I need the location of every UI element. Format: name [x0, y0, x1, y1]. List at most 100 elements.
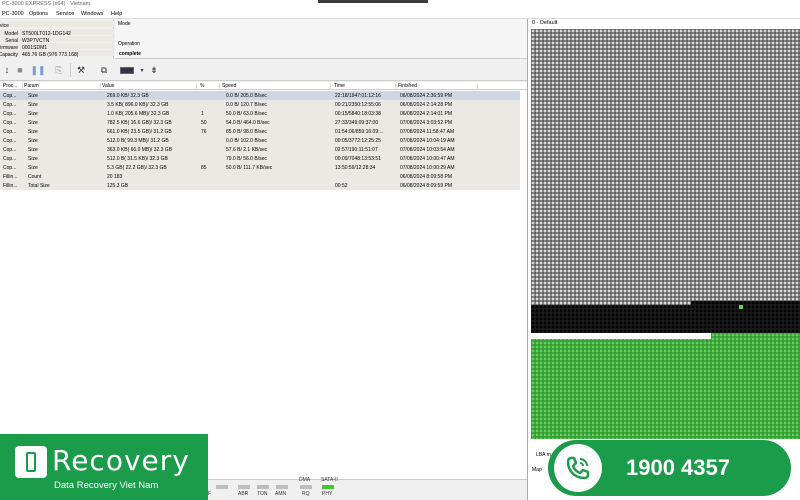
top-edge-bar — [318, 0, 428, 3]
menu-windows[interactable]: Windows — [81, 11, 103, 17]
col-param[interactable]: Param — [24, 83, 101, 90]
cell-speed: 50.0 B/ 111.7 KB/sec — [226, 165, 273, 171]
cell-finished: 06/08/2024 8:09:59 PM — [400, 183, 452, 189]
table-row[interactable]: Cop... Size 512.0 B( 99.3 MB)/ 31.2 GB 0.0 … — [0, 136, 520, 145]
cell-time: 00:09/7048:13:53:51 — [335, 156, 381, 162]
cell-finished: 06/08/2024 2:36:59 PM — [400, 93, 452, 99]
table-row[interactable]: Cop... Size 782.5 KB( 16.6 GB)/ 32.3 GB 50 5… — [0, 118, 520, 127]
sector-map-graphic — [531, 29, 800, 439]
cell-param: Count — [28, 174, 42, 180]
cell-speed: 85.0 B/ 98.0 B/sec — [226, 129, 267, 135]
brand-name: Recovery — [52, 444, 190, 477]
cell-pct: 50 — [201, 120, 207, 126]
table-row[interactable]: Cop... Size 661.0 KB( 23.5 GB)/ 31.2 GB 76 8… — [0, 127, 520, 136]
cell-value: 782.5 KB( 16.6 GB)/ 32.3 GB — [107, 120, 172, 126]
status-f-label: F — [208, 491, 212, 497]
cell-speed: 54.0 B/ 464.0 B/sec — [226, 120, 270, 126]
cell-value: 661.0 KB( 23.5 GB)/ 31.2 GB — [107, 129, 172, 135]
hotline-number: 1900 4357 — [626, 455, 730, 480]
cell-proc: Cop... — [3, 138, 17, 144]
cell-param: Size — [28, 138, 38, 144]
sector-map[interactable] — [531, 29, 800, 459]
tools-icon[interactable]: ⚒ — [74, 63, 88, 77]
map-region-ok-start — [711, 333, 800, 339]
cell-param: Total Size — [28, 183, 50, 189]
operation-value: complete — [119, 51, 141, 57]
sector-map-panel: 0 - Default LBA m Map — [527, 19, 800, 500]
status-abr-label: ABR — [238, 491, 249, 497]
toolbar-separator — [70, 63, 71, 77]
cell-finished: 07/08/2024 3:03:52 PM — [400, 120, 452, 126]
map-region-unread — [531, 29, 800, 301]
cell-time: 00:52 — [335, 183, 348, 189]
cell-time: 00:21/2350:12:55:06 — [335, 102, 381, 108]
cell-param: Size — [28, 147, 38, 153]
cell-param: Size — [28, 120, 38, 126]
map-region-unread-tail — [531, 301, 691, 305]
menu-help[interactable]: Help — [111, 11, 122, 17]
cell-finished: 07/08/2024 10:00:47 AM — [400, 156, 455, 162]
cell-value: 1.0 KB( 205.6 MB)/ 32.3 GB — [107, 111, 170, 117]
map-region-ok — [531, 339, 800, 439]
status-f-led — [216, 485, 228, 489]
menu-pc3000[interactable]: PC-3000 — [2, 11, 24, 17]
cell-value: 20 183 — [107, 174, 123, 180]
cell-value: 5.3 GB( 22.2 GB)/ 32.3 GB — [107, 165, 167, 171]
status-rq-label: RQ — [302, 491, 310, 497]
col-time[interactable]: Time — [334, 83, 396, 90]
table-row[interactable]: Cop... Size 1.0 KB( 205.6 MB)/ 32.3 GB 1 50.… — [0, 109, 520, 118]
cell-finished: 07/08/2024 10:03:54 AM — [400, 147, 455, 153]
map-label: Map — [532, 467, 542, 473]
cell-value: 512.0 B( 99.3 MB)/ 31.2 GB — [107, 138, 169, 144]
col-value[interactable]: Value — [102, 83, 197, 90]
table-row[interactable]: Cop... Size 512.0 B( 31.5 KB)/ 32.3 GB 79.0… — [0, 154, 520, 163]
cell-time: 00:05/3772:12:25:25 — [335, 138, 381, 144]
cell-value: 269.0 KB/ 32.3 GB — [107, 93, 149, 99]
cell-param: Size — [28, 129, 38, 135]
status-abr-led — [238, 485, 250, 489]
hotline-banner[interactable]: 1900 4357 — [548, 440, 791, 496]
menu-options[interactable]: Options — [29, 11, 48, 17]
lba-label: LBA m — [536, 452, 551, 458]
device-info: vice Model ST500LT012-1DG142 Serial W3P7VC… — [0, 19, 114, 59]
status-phy-label: PHY — [322, 491, 333, 497]
drive-icon[interactable] — [118, 63, 136, 77]
cell-pct: 1 — [201, 111, 204, 117]
table-row[interactable]: Fillin... Total Size 125.3 GB 00:52 06/08/20… — [0, 181, 520, 190]
menu-service[interactable]: Service — [56, 11, 74, 17]
col-speed[interactable]: Speed — [222, 83, 331, 90]
copy-icon[interactable]: ⧉ — [97, 63, 111, 77]
map-title: 0 - Default — [532, 20, 558, 26]
cursor-icon[interactable]: ↕ — [0, 63, 14, 77]
status-phy-led — [322, 485, 334, 489]
col-finished[interactable]: Finished — [398, 83, 478, 90]
mode-panel: Mode Operation complete — [115, 19, 527, 59]
cell-value: 3.5 KB( 896.0 KB)/ 32.3 GB — [107, 102, 169, 108]
status-amn-led — [276, 485, 288, 489]
table-row[interactable]: Cop... Size 269.0 KB/ 32.3 GB 0.0 B/ 205.0 … — [0, 91, 520, 100]
stop-icon[interactable]: ■ — [13, 63, 27, 77]
cell-speed: 0.0 B/ 205.0 B/sec — [226, 93, 267, 99]
cell-time: 02:57/190:11:51:07 — [335, 147, 378, 153]
col-proc[interactable]: Proc... — [3, 83, 23, 90]
cell-speed: 0.0 B/ 102.0 B/sec — [226, 138, 267, 144]
run-icon[interactable]: ⇟ — [147, 63, 161, 77]
status-dma-label: DMA — [299, 477, 311, 483]
table-row[interactable]: Fillin... Count 20 183 06/08/2024 8:09:58 P… — [0, 172, 520, 181]
status-amn-label: AMN — [275, 491, 287, 497]
col-pct[interactable]: % — [200, 83, 220, 90]
table-row[interactable]: Cop... Size 3.5 KB( 896.0 KB)/ 32.3 GB 0.0 … — [0, 100, 520, 109]
cell-proc: Cop... — [3, 93, 17, 99]
pause-icon[interactable]: ❚❚ — [30, 63, 45, 77]
cell-time: 27:33/349:09:37:00 — [335, 120, 379, 126]
table-row[interactable]: Cop... Size 5.3 GB( 22.2 GB)/ 32.3 GB 85 50.… — [0, 163, 520, 172]
brand-tagline: Data Recovery Viet Nam — [54, 480, 159, 491]
table-row[interactable]: Cop... Size 363.0 KB( 66.0 MB)/ 32.3 GB 57.… — [0, 145, 520, 154]
table-header: Proc... Param Value % Speed Time Finishe… — [0, 82, 527, 90]
cell-proc: Cop... — [3, 147, 17, 153]
window-title: PC-3000 EXPRESS (x64) - Vietnam — [2, 1, 91, 7]
phone-icon — [554, 444, 602, 492]
cell-proc: Cop... — [3, 129, 17, 135]
export-icon[interactable]: ⎘ — [52, 63, 66, 77]
cell-param: Size — [28, 93, 38, 99]
